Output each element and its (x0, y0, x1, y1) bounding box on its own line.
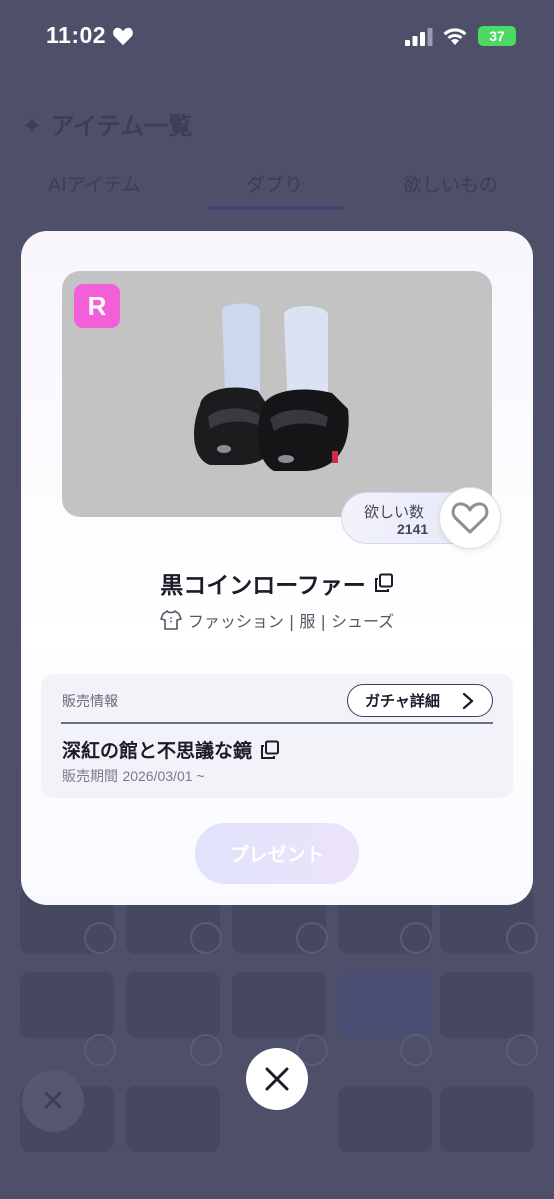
background-tile (126, 972, 220, 1038)
gacha-detail-label: ガチャ詳細 (365, 692, 440, 710)
background-tile (440, 972, 534, 1038)
copy-icon[interactable] (260, 740, 280, 760)
item-name-row: 黒コインローファー (21, 565, 533, 601)
background-tile (20, 972, 114, 1038)
event-row: 深紅の館と不思議な鏡 (62, 736, 280, 763)
tab-wishlist: 欲しいもの (403, 174, 499, 196)
event-name: 深紅の館と不思議な鏡 (62, 740, 253, 762)
background-tile (338, 972, 432, 1038)
background-heart-icon (296, 922, 328, 954)
background-heart-icon (190, 1034, 222, 1066)
background-title: ✦ アイテム一覧 (22, 112, 193, 140)
divider (61, 722, 493, 724)
wishlist-button[interactable] (439, 487, 501, 549)
copy-icon[interactable] (374, 573, 394, 593)
rarity-badge: R (74, 284, 120, 328)
background-tabs: AIアイテム ダブり 欲しいもの (0, 166, 554, 210)
background-heart-icon (506, 1034, 538, 1066)
sale-info-label: 販売情報 (62, 694, 118, 710)
background-heart-icon (400, 922, 432, 954)
signal-icon (405, 28, 433, 46)
category-path: ファッション | 服 | シューズ (187, 612, 395, 631)
status-bar: 11:02 37 (0, 0, 554, 78)
battery-icon: 37 (478, 26, 516, 46)
background-tile (232, 972, 326, 1038)
present-button-label: プレゼント (229, 844, 325, 866)
background-heart-icon (190, 922, 222, 954)
gacha-detail-button[interactable]: ガチャ詳細 (347, 684, 493, 717)
item-detail-modal: R 欲しい数 2141 黒コインローファー ファッション | 服 | シューズ … (21, 231, 533, 905)
active-tab-indicator (208, 206, 344, 210)
close-button[interactable] (246, 1048, 308, 1110)
chevron-right-icon (462, 693, 474, 709)
background-heart-icon (84, 1034, 116, 1066)
background-tile (126, 1086, 220, 1152)
wifi-icon (443, 28, 467, 45)
want-label: 欲しい数 (364, 503, 425, 521)
sale-period: 販売期間 2026/03/01 ~ (62, 766, 205, 786)
status-time: 11:02 (46, 22, 107, 48)
sale-info-box: 販売情報 ガチャ詳細 深紅の館と不思議な鏡 販売期間 2026/03/01 ~ (41, 674, 513, 798)
background-heart-icon (506, 922, 538, 954)
background-tile (440, 1086, 534, 1152)
sale-period-value: 2026/03/01 ~ (122, 768, 205, 784)
tab-ai-items: AIアイテム (48, 174, 141, 196)
heart-icon (451, 502, 489, 534)
background-heart-icon (400, 1034, 432, 1066)
close-icon (265, 1067, 289, 1091)
item-image: R (62, 271, 492, 517)
item-name: 黒コインローファー (160, 573, 366, 599)
loafers-image (194, 303, 349, 471)
sale-period-label: 販売期間 (62, 769, 118, 785)
tab-duplicates: ダブり (246, 174, 304, 196)
background-heart-icon (84, 922, 116, 954)
present-button[interactable]: プレゼント (195, 823, 359, 884)
heart-icon (113, 27, 133, 46)
background-close-icon: ✕ (22, 1070, 84, 1132)
shirt-icon (160, 610, 182, 630)
background-tile (338, 1086, 432, 1152)
want-count: 2141 (397, 521, 429, 537)
category-row: ファッション | 服 | シューズ (21, 607, 533, 633)
